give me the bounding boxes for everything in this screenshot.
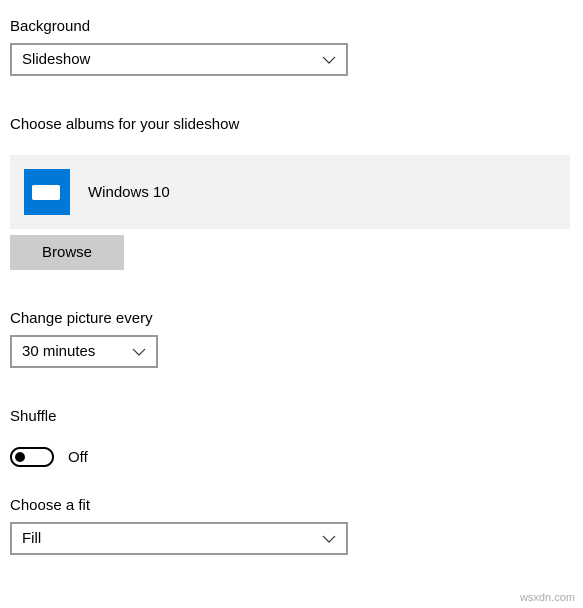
background-dropdown-value: Slideshow <box>22 51 90 68</box>
background-dropdown[interactable]: Slideshow <box>10 43 348 76</box>
shuffle-label: Shuffle <box>10 408 573 425</box>
browse-button[interactable]: Browse <box>10 235 124 270</box>
chevron-down-icon <box>322 535 336 543</box>
shuffle-state-label: Off <box>68 449 88 466</box>
folder-icon <box>24 169 70 215</box>
chevron-down-icon <box>322 56 336 64</box>
shuffle-toggle[interactable] <box>10 447 54 467</box>
album-name: Windows 10 <box>88 184 170 201</box>
change-every-label: Change picture every <box>10 310 573 327</box>
fit-dropdown-value: Fill <box>22 530 41 547</box>
fit-dropdown[interactable]: Fill <box>10 522 348 555</box>
albums-label: Choose albums for your slideshow <box>10 116 573 133</box>
album-item[interactable]: Windows 10 <box>10 155 570 229</box>
change-every-dropdown-value: 30 minutes <box>22 343 95 360</box>
watermark: wsxdn.com <box>520 592 575 604</box>
change-every-dropdown[interactable]: 30 minutes <box>10 335 158 368</box>
background-label: Background <box>10 18 573 35</box>
chevron-down-icon <box>132 348 146 356</box>
toggle-knob <box>15 452 25 462</box>
fit-label: Choose a fit <box>10 497 573 514</box>
